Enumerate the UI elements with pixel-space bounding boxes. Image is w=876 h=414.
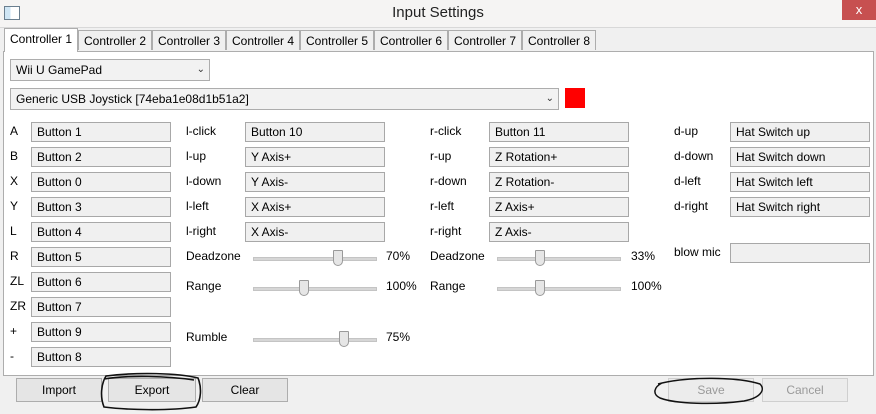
rumble-slider[interactable] [253,331,377,347]
device-select[interactable]: Generic USB Joystick [74eba1e08d1b51a2] … [10,88,559,110]
controller-type-select[interactable]: Wii U GamePad ⌄ [10,59,210,81]
mapping-field-y[interactable]: Button 3 [31,197,171,217]
mapping-field-r-left[interactable]: Z Axis+ [489,197,629,217]
button-label-x: X [10,174,19,188]
right-deadzone-slider[interactable] [497,250,621,266]
slider-track [253,287,377,291]
mapping-field-minus[interactable]: Button 8 [31,347,171,367]
slider-track [253,257,377,261]
button-label-plus: + [10,324,18,338]
rumble-value: 75% [386,330,411,344]
mapping-field-d-up[interactable]: Hat Switch up [730,122,870,142]
left-range-value: 100% [386,279,417,293]
right-range-label: Range [430,279,466,293]
export-button[interactable]: Export [108,378,196,402]
slider-track [253,338,377,342]
mapping-field-d-right[interactable]: Hat Switch right [730,197,870,217]
button-label-y: Y [10,199,19,213]
blow-mic-label: blow mic [674,245,721,259]
mapping-field-l-down[interactable]: Y Axis- [245,172,385,192]
mapping-field-zr[interactable]: Button 7 [31,297,171,317]
right-deadzone-value: 33% [631,249,656,263]
rstick-label-left: r-left [430,199,454,213]
mapping-field-b[interactable]: Button 2 [31,147,171,167]
device-color-swatch[interactable] [565,88,585,108]
left-deadzone-value: 70% [386,249,411,263]
tab-controller-1[interactable]: Controller 1 [4,28,78,52]
import-button[interactable]: Import [16,378,102,402]
button-label-b: B [10,149,19,163]
chevron-down-icon: ⌄ [196,64,205,75]
mapping-field-a[interactable]: Button 1 [31,122,171,142]
slider-thumb[interactable] [299,280,309,296]
mapping-field-d-left[interactable]: Hat Switch left [730,172,870,192]
tab-controller-3[interactable]: Controller 3 [152,30,226,50]
slider-thumb[interactable] [333,250,343,266]
right-range-value: 100% [631,279,662,293]
slider-track [497,257,621,261]
chevron-down-icon: ⌄ [545,93,554,104]
button-label-l: L [10,224,17,238]
lstick-label-click: l-click [186,124,216,138]
mapping-field-l-up[interactable]: Y Axis+ [245,147,385,167]
clear-button[interactable]: Clear [202,378,288,402]
slider-thumb[interactable] [535,250,545,266]
mapping-field-r-up[interactable]: Z Rotation+ [489,147,629,167]
slider-track [497,287,621,291]
rstick-label-right: r-right [430,224,462,238]
mapping-field-plus[interactable]: Button 9 [31,322,171,342]
dpad-label-left: d-left [674,174,701,188]
window-title: Input Settings [392,4,484,21]
close-button[interactable]: x [842,0,876,20]
rumble-label: Rumble [186,330,228,344]
button-label-r: R [10,249,19,263]
dpad-label-up: d-up [674,124,699,138]
mapping-field-l[interactable]: Button 4 [31,222,171,242]
right-range-slider[interactable] [497,280,621,296]
mapping-field-d-down[interactable]: Hat Switch down [730,147,870,167]
button-label-minus: - [10,349,14,363]
button-label-zl: ZL [10,274,25,288]
rstick-label-up: r-up [430,149,452,163]
lstick-label-up: l-up [186,149,207,163]
lstick-label-right: l-right [186,224,217,238]
dpad-label-right: d-right [674,199,709,213]
tab-controller-5[interactable]: Controller 5 [300,30,374,50]
dpad-label-down: d-down [674,149,714,163]
rstick-label-click: r-click [430,124,462,138]
tab-controller-4[interactable]: Controller 4 [226,30,300,50]
save-button[interactable]: Save [668,378,754,402]
left-deadzone-slider[interactable] [253,250,377,266]
title-bar: Input Settings x [0,0,876,28]
right-deadzone-label: Deadzone [430,249,485,263]
rstick-label-down: r-down [430,174,467,188]
button-label-zr: ZR [10,299,26,313]
cancel-button[interactable]: Cancel [762,378,848,402]
mapping-field-x[interactable]: Button 0 [31,172,171,192]
button-label-a: A [10,124,19,138]
mapping-field-r-right[interactable]: Z Axis- [489,222,629,242]
mapping-field-blow-mic[interactable] [730,243,870,263]
mapping-field-r-click[interactable]: Button 11 [489,122,629,142]
left-range-label: Range [186,279,222,293]
input-settings-window: Input Settings x Controller 1 Controller… [0,0,876,414]
slider-thumb[interactable] [535,280,545,296]
lstick-label-down: l-down [186,174,222,188]
mapping-field-zl[interactable]: Button 6 [31,272,171,292]
tab-controller-8[interactable]: Controller 8 [522,30,596,50]
mapping-field-l-left[interactable]: X Axis+ [245,197,385,217]
lstick-label-left: l-left [186,199,209,213]
device-value: Generic USB Joystick [74eba1e08d1b51a2] [16,92,249,106]
mapping-field-r[interactable]: Button 5 [31,247,171,267]
left-range-slider[interactable] [253,280,377,296]
left-deadzone-label: Deadzone [186,249,241,263]
mapping-field-l-click[interactable]: Button 10 [245,122,385,142]
slider-thumb[interactable] [339,331,349,347]
tab-controller-7[interactable]: Controller 7 [448,30,522,50]
controller-type-value: Wii U GamePad [16,63,103,77]
mapping-field-r-down[interactable]: Z Rotation- [489,172,629,192]
tab-controller-6[interactable]: Controller 6 [374,30,448,50]
mapping-field-l-right[interactable]: X Axis- [245,222,385,242]
tab-controller-2[interactable]: Controller 2 [78,30,152,50]
